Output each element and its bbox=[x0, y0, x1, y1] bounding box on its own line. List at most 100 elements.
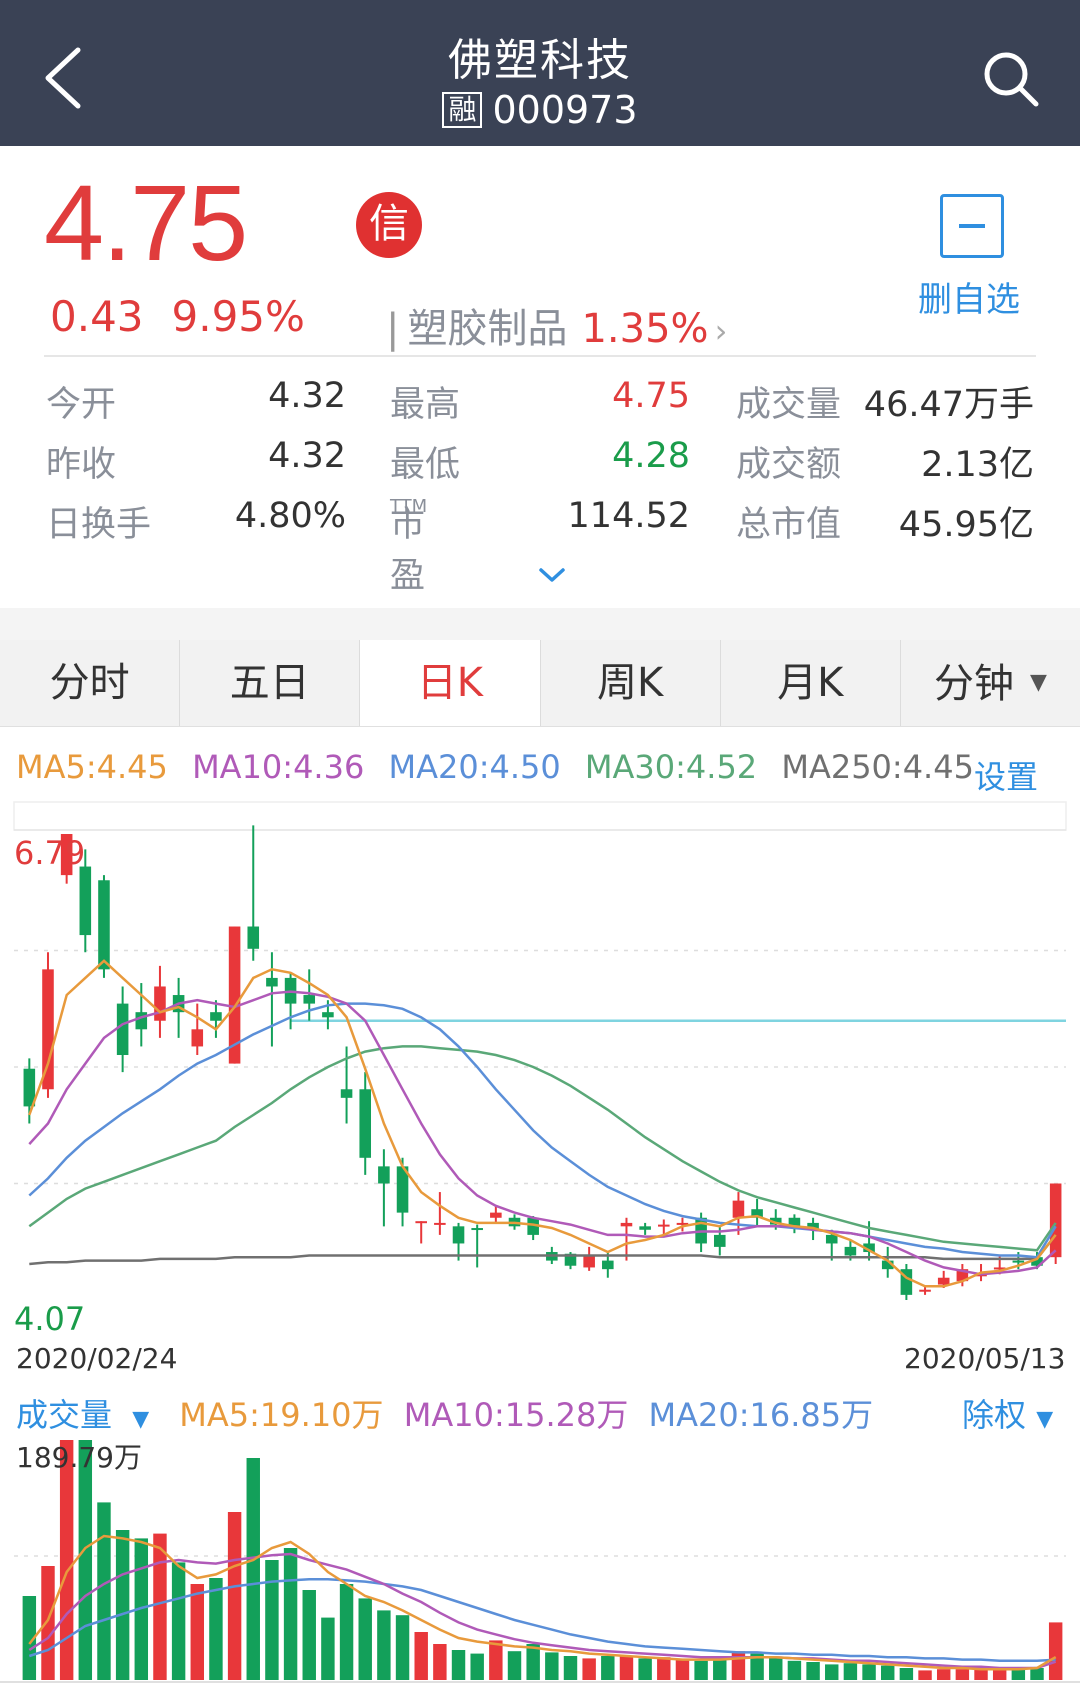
settings-button[interactable]: 设置 bbox=[974, 752, 1038, 798]
xin-badge-icon[interactable]: 信 bbox=[356, 192, 422, 258]
volume-bar bbox=[302, 1590, 316, 1680]
stat-label: 总市值 bbox=[736, 505, 842, 545]
volume-bar bbox=[59, 1440, 74, 1680]
vol-ma10-value: MA10:15.28万 bbox=[403, 1396, 629, 1434]
candle-body bbox=[583, 1255, 595, 1268]
volume-bar bbox=[1048, 1622, 1063, 1680]
volume-bar bbox=[992, 1669, 1007, 1680]
stock-name: 佛塑科技 bbox=[448, 35, 632, 86]
candle-body bbox=[1049, 1183, 1062, 1258]
stat-value: 2.13亿 bbox=[921, 445, 1034, 485]
volume-bar bbox=[78, 1440, 93, 1680]
stats-row: 今开 4.32 最高 4.75 成交量 46.47万手 bbox=[0, 376, 1080, 432]
stats-row: 昨收 4.32 最低 4.28 成交额 2.13亿 bbox=[0, 436, 1080, 492]
volume-bar bbox=[395, 1615, 410, 1680]
volume-legend: 成交量 ▼ MA5:19.10万 MA10:15.28万 MA20:16.85万 bbox=[16, 1390, 883, 1436]
volume-bar bbox=[265, 1560, 279, 1680]
volume-bar bbox=[507, 1651, 522, 1680]
candle-body bbox=[490, 1212, 502, 1218]
sector-divider: | bbox=[386, 306, 400, 352]
volume-bar bbox=[955, 1669, 970, 1680]
candle-body bbox=[116, 1003, 129, 1056]
tab-minute[interactable]: 分钟 ▼ bbox=[901, 640, 1080, 726]
remove-watchlist-button[interactable]: 删自选 bbox=[918, 272, 1020, 321]
volume-bar bbox=[563, 1656, 578, 1680]
change-percent: 9.95% bbox=[171, 292, 305, 341]
volume-bar bbox=[657, 1657, 671, 1680]
ma5-line bbox=[28, 959, 1057, 1288]
volume-bar bbox=[601, 1656, 615, 1680]
volume-bar bbox=[638, 1658, 652, 1680]
volume-bar bbox=[769, 1658, 783, 1680]
tab-monthly-k[interactable]: 月K bbox=[721, 640, 901, 726]
volume-bar bbox=[246, 1458, 260, 1680]
candle-body bbox=[340, 1089, 353, 1098]
volume-bar bbox=[209, 1578, 223, 1680]
ma20-value: MA20:4.50 bbox=[388, 748, 561, 786]
stat-value: 4.28 bbox=[612, 436, 690, 476]
candle-body bbox=[471, 1228, 483, 1231]
candle-body bbox=[378, 1166, 390, 1184]
ma30-value: MA30:4.52 bbox=[584, 748, 758, 786]
volume-bar bbox=[619, 1656, 634, 1680]
volume-bar bbox=[675, 1659, 690, 1680]
stat-value: 114.52 bbox=[567, 496, 690, 536]
app-header: 佛塑科技 融 000973 bbox=[0, 0, 1080, 146]
volume-bar bbox=[862, 1664, 876, 1680]
sector-percent: 1.35% bbox=[581, 306, 709, 352]
chevron-down-icon[interactable] bbox=[538, 566, 566, 584]
search-icon[interactable] bbox=[980, 48, 1042, 110]
volume-bar bbox=[1030, 1668, 1044, 1680]
margin-badge: 融 bbox=[442, 92, 483, 128]
candle-body bbox=[937, 1277, 950, 1285]
candle-body bbox=[154, 986, 166, 1021]
volume-bar bbox=[918, 1670, 932, 1680]
current-price: 4.75 bbox=[44, 162, 248, 283]
volume-bar bbox=[545, 1652, 559, 1680]
vol-ma5-value: MA5:19.10万 bbox=[179, 1396, 384, 1434]
adjust-label: 除权 bbox=[962, 1396, 1027, 1434]
volume-bar bbox=[358, 1598, 372, 1680]
volume-bar bbox=[881, 1665, 895, 1680]
volume-bar bbox=[582, 1658, 596, 1680]
stat-value: 4.75 bbox=[612, 376, 690, 416]
candle-body bbox=[602, 1260, 614, 1270]
tab-five-day[interactable]: 五日 bbox=[180, 640, 361, 726]
volume-bar bbox=[787, 1660, 802, 1680]
stat-value: 4.32 bbox=[268, 436, 346, 476]
change-amount: 0.43 bbox=[50, 292, 144, 341]
tab-minute-label: 分钟 bbox=[933, 661, 1014, 707]
volume-bar bbox=[899, 1668, 914, 1680]
stock-code: 000973 bbox=[492, 88, 638, 132]
stat-label: 昨收 bbox=[46, 445, 117, 485]
legend-frame bbox=[13, 801, 1067, 831]
ma250-value: MA250:4.45 bbox=[781, 748, 974, 786]
volume-selector[interactable]: 成交量 ▼ bbox=[16, 1396, 159, 1434]
remove-watchlist-icon[interactable] bbox=[940, 194, 1004, 258]
y-max-label: 6.79 bbox=[14, 834, 86, 872]
dropdown-triangle-icon: ▼ bbox=[1029, 670, 1047, 695]
candle-body bbox=[322, 1012, 334, 1018]
candle-body bbox=[844, 1246, 857, 1256]
candle-body bbox=[919, 1289, 931, 1292]
chevron-right-icon: › bbox=[714, 312, 728, 350]
ttm-superscript: TTM bbox=[390, 496, 428, 517]
volume-chart[interactable] bbox=[0, 1440, 1080, 1700]
candle-body bbox=[732, 1200, 745, 1218]
stat-value: 46.47万手 bbox=[863, 385, 1034, 425]
tab-weekly-k[interactable]: 周K bbox=[541, 640, 721, 726]
volume-bar bbox=[171, 1562, 186, 1680]
candlestick-chart[interactable] bbox=[0, 800, 1080, 1320]
tab-intraday[interactable]: 分时 bbox=[0, 640, 181, 726]
start-date-label: 2020/02/24 bbox=[16, 1342, 178, 1375]
sector-link[interactable]: | 塑胶制品 1.35% › bbox=[386, 296, 727, 354]
stats-row: 日换手 4.80% 市盈 TTM 114.52 总市值 45.95亿 bbox=[0, 496, 1080, 596]
stat-label: 成交额 bbox=[736, 445, 842, 485]
price-change: 0.43 9.95% bbox=[50, 292, 333, 341]
adjust-selector[interactable]: 除权 ▼ bbox=[962, 1390, 1053, 1436]
candle-body bbox=[434, 1222, 446, 1225]
volume-bar bbox=[190, 1584, 204, 1680]
candle-body bbox=[713, 1234, 726, 1247]
tab-daily-k[interactable]: 日K bbox=[360, 640, 541, 726]
volume-bar bbox=[731, 1651, 746, 1680]
